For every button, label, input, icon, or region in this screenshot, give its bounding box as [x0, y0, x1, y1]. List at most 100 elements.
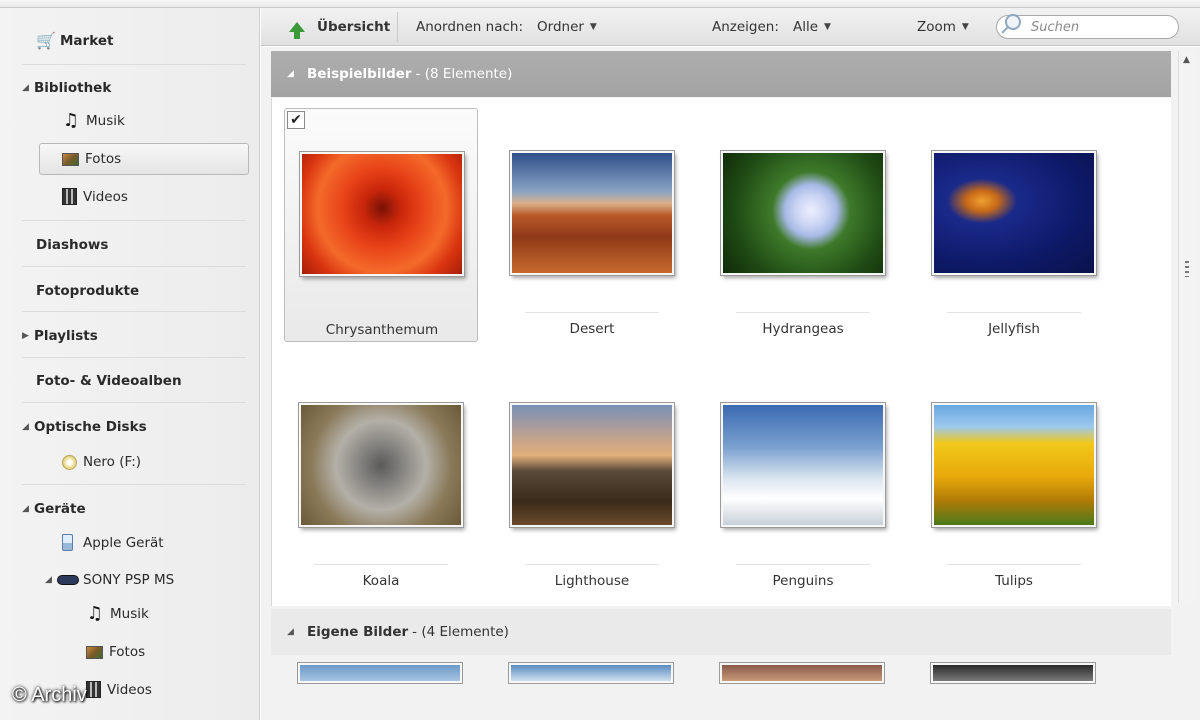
photo-tile-lighthouse[interactable]: Lighthouse — [495, 360, 689, 594]
divider — [22, 484, 246, 485]
sidebar-item-fotos[interactable]: Fotos — [62, 151, 121, 167]
content-area: ◢ Beispielbilder - (8 Elemente) ✔ Chrysa… — [261, 47, 1200, 720]
photo-tile-hydrangeas[interactable]: Hydrangeas — [706, 108, 900, 342]
show-label: Anzeigen: — [712, 19, 779, 35]
sidebar-item-optische-disks[interactable]: ◢ Optische Disks — [22, 419, 147, 435]
music-note-icon: ♫ — [86, 603, 104, 624]
photo-thumbnail — [299, 403, 463, 527]
arrange-dropdown[interactable]: Ordner ▼ — [537, 19, 597, 35]
sidebar-item-musik[interactable]: ♫ Musik — [62, 110, 125, 131]
sidebar-item-geraete[interactable]: ◢ Geräte — [22, 501, 86, 517]
sidebar-item-fotoprodukte[interactable]: Fotoprodukte — [36, 283, 139, 299]
sidebar-item-alben[interactable]: Foto- & Videoalben — [36, 373, 182, 389]
photo-caption: Hydrangeas — [762, 321, 844, 337]
collapse-triangle-icon[interactable]: ◢ — [45, 575, 57, 585]
photo-thumbnail — [721, 151, 885, 275]
photo-icon — [86, 645, 103, 659]
ipod-icon — [62, 534, 73, 551]
music-note-icon: ♫ — [62, 110, 80, 131]
sidebar-item-sony-fotos[interactable]: Fotos — [86, 644, 145, 660]
search-icon — [1005, 14, 1021, 30]
film-icon — [62, 188, 77, 205]
caption-divider — [525, 564, 659, 565]
zoom-dropdown[interactable]: Zoom ▼ — [917, 19, 969, 35]
photo-caption: Koala — [362, 573, 400, 589]
photo-tile-jellyfish[interactable]: Jellyfish — [917, 108, 1111, 342]
caption-divider — [736, 312, 870, 313]
chevron-down-icon: ▼ — [961, 22, 969, 32]
sidebar-item-sony[interactable]: ◢ SONY PSP MS — [45, 572, 174, 588]
photo-tile-penguins[interactable]: Penguins — [706, 360, 900, 594]
toolbar-divider — [397, 12, 398, 42]
show-dropdown[interactable]: Alle ▼ — [793, 19, 831, 35]
scroll-grip-icon[interactable] — [1185, 261, 1189, 277]
toolbar: Übersicht Anordnen nach: Ordner ▼ Anzeig… — [261, 8, 1200, 46]
collapse-triangle-icon[interactable]: ◢ — [287, 627, 299, 637]
checkbox[interactable]: ✔ — [287, 111, 305, 129]
photo-tile-desert[interactable]: Desert — [495, 108, 689, 342]
expand-triangle-icon[interactable]: ▶ — [22, 331, 34, 341]
photo-caption: Chrysanthemum — [325, 322, 439, 338]
vertical-scrollbar[interactable]: ▲ — [1178, 51, 1195, 603]
cart-icon: 🛒 — [36, 31, 56, 50]
caption-divider — [947, 312, 1081, 313]
title-strip — [0, 0, 1200, 8]
sidebar-item-bibliothek[interactable]: ◢ Bibliothek — [22, 80, 111, 96]
photo-thumbnail[interactable] — [298, 663, 462, 683]
photo-caption: Lighthouse — [554, 573, 630, 589]
sidebar-item-nero[interactable]: Nero (F:) — [62, 454, 141, 470]
photo-tile-chrysanthemum[interactable]: ✔ Chrysanthemum — [284, 108, 478, 342]
disc-icon — [62, 454, 77, 470]
caption-divider — [314, 564, 448, 565]
sidebar: 🛒 Market ◢ Bibliothek ♫ Musik Fotos Vide… — [0, 8, 260, 720]
divider — [22, 402, 246, 403]
photo-library-app: 🛒 Market ◢ Bibliothek ♫ Musik Fotos Vide… — [0, 0, 1200, 720]
scroll-up-arrow-icon[interactable]: ▲ — [1183, 55, 1190, 65]
chevron-down-icon: ▼ — [589, 22, 597, 32]
sidebar-item-market[interactable]: 🛒 Market — [36, 31, 113, 50]
photo-thumbnail — [300, 152, 464, 276]
chevron-down-icon: ▼ — [824, 22, 831, 32]
back-arrow-icon — [289, 22, 305, 39]
photo-icon — [62, 152, 79, 166]
photo-thumbnail[interactable] — [509, 663, 673, 683]
photo-thumbnail — [932, 403, 1096, 527]
photo-caption: Desert — [569, 321, 615, 337]
sidebar-item-playlists[interactable]: ▶ Playlists — [22, 328, 98, 344]
caption-divider — [525, 312, 659, 313]
sidebar-item-sony-musik[interactable]: ♫ Musik — [86, 603, 149, 624]
divider — [22, 220, 246, 221]
photo-tile-tulips[interactable]: Tulips — [917, 360, 1111, 594]
collapse-triangle-icon[interactable]: ◢ — [22, 422, 34, 432]
copyright-watermark: © Archiv — [12, 684, 87, 706]
divider — [22, 357, 246, 358]
photo-thumbnail — [510, 151, 674, 275]
photo-thumbnail — [932, 151, 1096, 275]
sidebar-item-diashows[interactable]: Diashows — [36, 237, 108, 253]
caption-divider — [947, 564, 1081, 565]
sidebar-item-apple[interactable]: Apple Gerät — [59, 534, 164, 551]
group-header-beispielbilder[interactable]: ◢ Beispielbilder - (8 Elemente) — [271, 51, 1171, 97]
photo-caption: Penguins — [772, 573, 834, 589]
search-input[interactable]: Suchen — [996, 14, 1179, 39]
divider — [22, 311, 246, 312]
photo-thumbnail[interactable] — [931, 663, 1095, 683]
photo-tile-koala[interactable]: Koala — [284, 360, 478, 594]
collapse-triangle-icon[interactable]: ◢ — [287, 69, 299, 79]
collapse-triangle-icon[interactable]: ◢ — [22, 83, 34, 93]
photo-grid: ✔ Chrysanthemum Desert Hydrangeas Jellyf… — [271, 98, 1171, 606]
overview-button[interactable]: Übersicht — [289, 19, 390, 39]
caption-divider — [736, 564, 870, 565]
film-icon — [86, 681, 101, 698]
divider — [22, 266, 246, 267]
sidebar-item-videos[interactable]: Videos — [62, 188, 128, 205]
group-header-eigene-bilder[interactable]: ◢ Eigene Bilder - (4 Elemente) — [271, 609, 1171, 655]
collapse-triangle-icon[interactable]: ◢ — [22, 504, 34, 514]
arrange-label: Anordnen nach: — [416, 19, 523, 35]
sidebar-item-sony-videos[interactable]: Videos — [86, 681, 152, 698]
photo-caption: Tulips — [995, 573, 1033, 589]
photo-thumbnail[interactable] — [720, 663, 884, 683]
photo-thumbnail — [510, 403, 674, 527]
psp-device-icon — [57, 575, 79, 585]
divider — [22, 64, 246, 65]
